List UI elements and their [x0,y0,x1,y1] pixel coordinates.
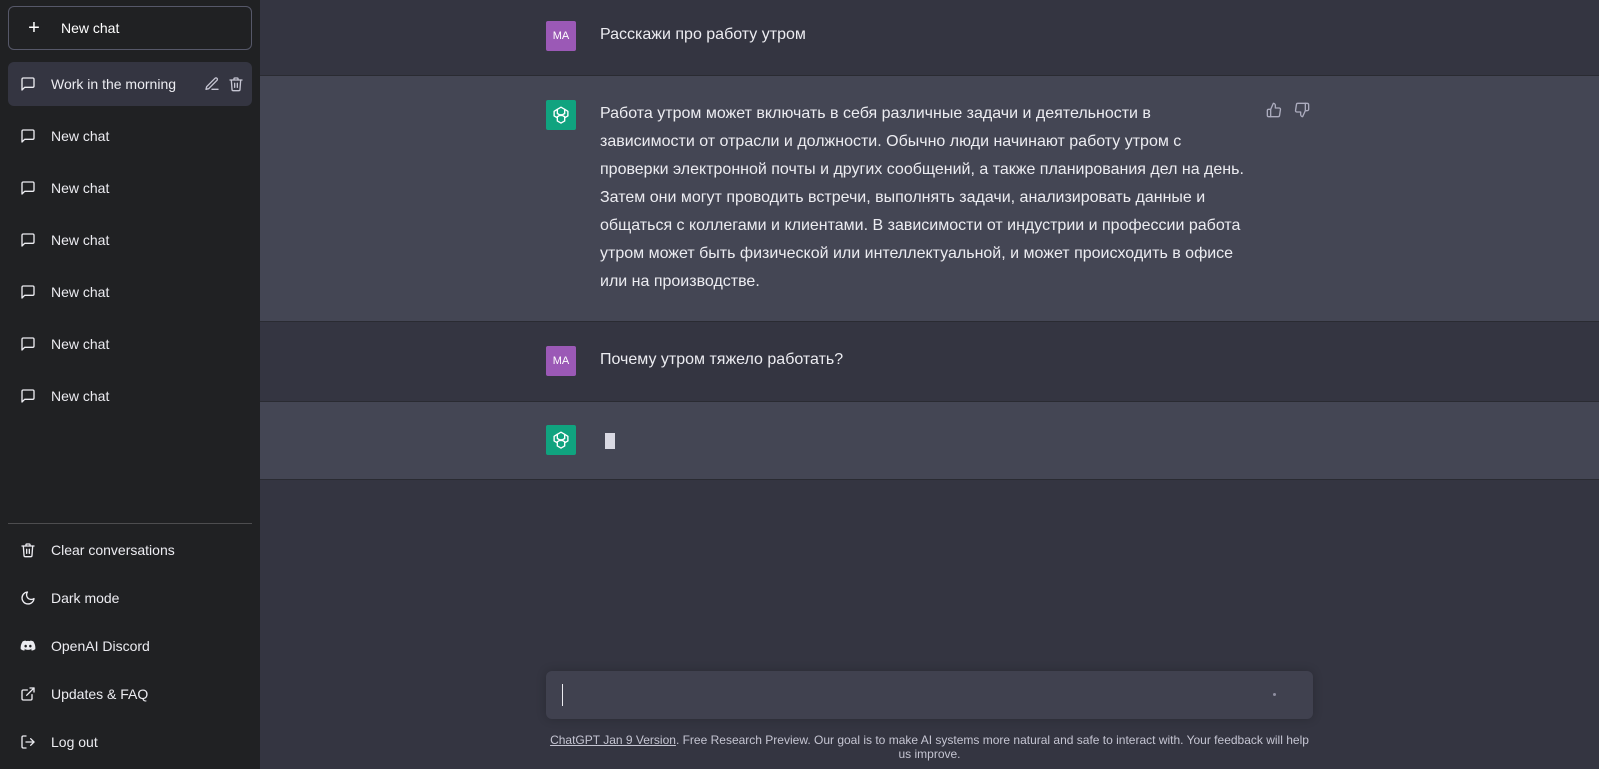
log-out-button[interactable]: Log out [8,720,252,764]
moon-icon [21,591,35,605]
message-input[interactable] [560,683,1260,707]
conversation-label: New chat [51,284,110,300]
chat-bubble-icon [21,337,35,351]
delete-icon[interactable] [228,76,244,92]
dark-mode-button[interactable]: Dark mode [8,576,252,620]
conversation-item-active[interactable]: Work in the morning [8,62,252,106]
thumbs-up-icon[interactable] [1266,102,1282,118]
chat-bubble-icon [21,129,35,143]
conversation-item[interactable]: New chat [8,218,252,262]
assistant-message-row: Работа утром может включать в себя разли… [260,76,1599,322]
conversation-label: New chat [51,180,110,196]
thumbs-down-icon[interactable] [1294,102,1310,118]
assistant-message-row [260,402,1599,480]
send-button[interactable] [1273,693,1276,696]
conversation-item[interactable]: New chat [8,166,252,210]
sidebar-divider [8,523,252,524]
user-message-row: MA Расскажи про работу утром [260,0,1599,76]
logout-icon [21,735,35,749]
assistant-avatar [546,100,576,130]
chat-bubble-icon [21,285,35,299]
log-out-label: Log out [51,734,98,750]
openai-discord-label: OpenAI Discord [51,638,150,654]
external-link-icon [21,687,35,701]
conversation-item[interactable]: New chat [8,322,252,366]
user-message-text: Расскажи про работу утром [600,26,806,43]
user-avatar: MA [546,21,576,51]
assistant-message-text: Работа утром может включать в себя разли… [600,105,1244,290]
sidebar: + New chat Work in the morning New chat … [0,0,260,769]
openai-discord-link[interactable]: OpenAI Discord [8,624,252,668]
user-message-text: Почему утром тяжело работать? [600,351,844,368]
openai-logo-icon [553,106,569,124]
footer-disclaimer: ChatGPT Jan 9 Version. Free Research Pre… [546,733,1313,761]
conversation-label: New chat [51,232,110,248]
conversation-item[interactable]: New chat [8,374,252,418]
sidebar-bottom-menu: Clear conversations Dark mode OpenAI Dis… [8,528,252,768]
conversation-label: New chat [51,128,110,144]
discord-icon [20,640,36,651]
conversation-label: New chat [51,336,110,352]
footer-text: . Free Research Preview. Our goal is to … [675,733,1309,761]
conversation-list: Work in the morning New chat New chat Ne… [8,62,252,426]
new-chat-button[interactable]: + New chat [8,6,252,50]
conversation-actions [204,76,244,92]
version-link[interactable]: ChatGPT Jan 9 Version [550,733,676,747]
conversation-label: Work in the morning [51,76,177,92]
edit-icon[interactable] [204,76,220,92]
plus-icon: + [28,17,40,39]
typing-cursor [605,433,615,449]
chat-main: MA Расскажи про работу утром Работа утро… [260,0,1599,769]
conversation-label: New chat [51,388,110,404]
updates-faq-link[interactable]: Updates & FAQ [8,672,252,716]
chat-bubble-icon [21,181,35,195]
feedback-buttons [1266,102,1310,118]
chat-bubble-icon [21,77,35,91]
chat-bubble-icon [21,389,35,403]
message-composer [546,671,1313,719]
conversation-item[interactable]: New chat [8,114,252,158]
dark-mode-label: Dark mode [51,590,120,606]
chat-bubble-icon [21,233,35,247]
new-chat-label: New chat [61,20,120,36]
conversation-item[interactable]: New chat [8,270,252,314]
user-message-row: MA Почему утром тяжело работать? [260,322,1599,402]
trash-icon [21,543,35,558]
assistant-avatar [546,425,576,455]
clear-conversations-button[interactable]: Clear conversations [8,528,252,572]
updates-faq-label: Updates & FAQ [51,686,149,702]
user-avatar: MA [546,346,576,376]
clear-conversations-label: Clear conversations [51,542,175,558]
openai-logo-icon [553,431,569,449]
